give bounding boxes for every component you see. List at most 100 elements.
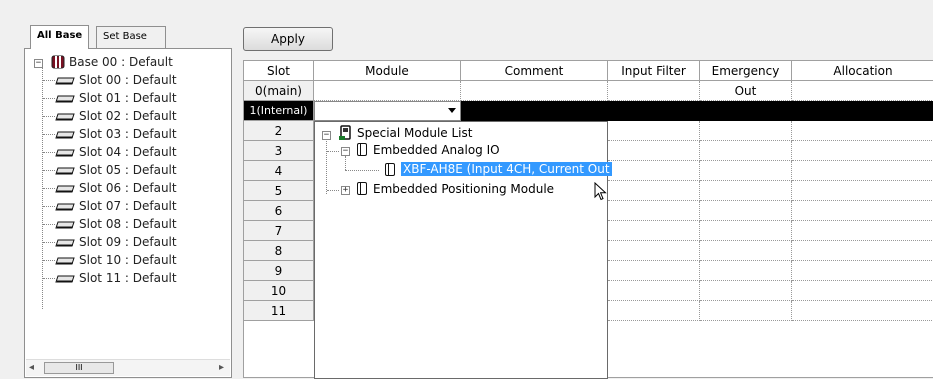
table-cell[interactable] [792,81,933,101]
tree-horizontal-scrollbar[interactable]: ◂ III ▸ [26,359,230,376]
slot-icon [55,275,75,283]
tree-slot-item[interactable]: Slot 04 : Default [79,143,177,161]
table-cell[interactable] [700,81,792,101]
tab-all-base[interactable]: All Base [30,25,90,49]
tree-connector [43,242,55,243]
table-cell[interactable] [608,121,700,141]
tree-slot-item[interactable]: Slot 11 : Default [79,269,177,287]
table-cell[interactable] [792,181,933,201]
table-cell[interactable] [792,281,933,301]
slot-icon [55,203,75,211]
slot-row-header[interactable]: 0(main) [244,81,314,101]
table-cell[interactable] [314,81,461,101]
slot-row-header[interactable]: 9 [244,261,314,281]
table-cell[interactable] [700,301,792,321]
table-cell[interactable] [700,281,792,301]
tree-slot-item[interactable]: Slot 03 : Default [79,125,177,143]
table-cell[interactable] [608,221,700,241]
scroll-right-arrow[interactable]: ▸ [219,362,224,373]
module-list-icon [339,125,351,140]
collapse-icon[interactable]: − [341,147,350,156]
slot-row-header[interactable]: 1(Internal) [244,101,314,121]
column-header-comment[interactable]: Comment [461,61,608,81]
table-cell[interactable] [792,161,933,181]
tree-slot-item[interactable]: Slot 09 : Default [79,233,177,251]
tree-slot-item[interactable]: Slot 10 : Default [79,251,177,269]
column-header-emergency-out[interactable]: Emergency Out [700,61,792,98]
tree-connector [43,224,55,225]
tree-slot-item[interactable]: Slot 01 : Default [79,89,177,107]
slot-icon [55,77,75,85]
slot-row-header[interactable]: 10 [244,281,314,301]
tree-slot-item[interactable]: Slot 02 : Default [79,107,177,125]
embedded-analog-io-label[interactable]: Embedded Analog IO [373,142,500,159]
slot-icon [55,257,75,265]
column-header-module[interactable]: Module [314,61,461,81]
tab-set-base[interactable]: Set Base [96,26,166,48]
tree-slot-item[interactable]: Slot 07 : Default [79,197,177,215]
expand-icon[interactable]: + [341,186,350,195]
tree-connector [327,151,339,152]
tree-connector [43,98,55,99]
slot-row-header[interactable]: 8 [244,241,314,261]
base-tree-panel[interactable]: − Base 00 : Default Slot 00 : Default Slo… [24,48,232,378]
slot-row-header[interactable]: 11 [244,301,314,321]
tree-base-label[interactable]: Base 00 : Default [69,53,173,71]
table-cell[interactable] [700,221,792,241]
table-cell[interactable] [608,201,700,221]
tree-slot-item[interactable]: Slot 00 : Default [79,71,177,89]
selected-row-highlight[interactable] [461,101,933,121]
slot-row-header[interactable]: 6 [244,201,314,221]
tree-slot-item[interactable]: Slot 06 : Default [79,179,177,197]
column-header-allocation[interactable]: Allocation [792,61,933,81]
slot-grid: Slot Module Comment Input Filter Emergen… [243,60,933,379]
slot-icon [55,239,75,247]
table-cell[interactable] [608,281,700,301]
tree-connector [345,170,379,171]
module-item-xbf-ah8e[interactable]: XBF-AH8E (Input 4CH, Current Out [401,161,612,178]
slot-row-header[interactable]: 7 [244,221,314,241]
table-cell[interactable] [608,161,700,181]
table-cell[interactable] [792,261,933,281]
table-cell[interactable] [608,261,700,281]
table-cell[interactable] [608,241,700,261]
module-list-popup[interactable]: − Special Module List − Embedded Analog … [314,121,612,379]
table-cell[interactable] [461,81,608,101]
column-header-slot[interactable]: Slot [244,61,314,81]
table-cell[interactable] [700,241,792,261]
slot-row-header[interactable]: 4 [244,161,314,181]
special-module-list-label[interactable]: Special Module List [357,125,472,142]
table-cell[interactable] [608,181,700,201]
table-cell[interactable] [700,201,792,221]
apply-button[interactable]: Apply [243,27,333,51]
slot-row-header[interactable]: 2 [244,121,314,141]
collapse-icon[interactable]: − [34,59,43,68]
table-cell[interactable] [700,121,792,141]
table-cell[interactable] [792,201,933,221]
table-cell[interactable] [792,301,933,321]
table-cell[interactable] [792,121,933,141]
column-header-input-filter[interactable]: Input Filter [608,61,700,81]
tree-slot-item[interactable]: Slot 08 : Default [79,215,177,233]
table-cell[interactable] [700,141,792,161]
collapse-icon[interactable]: − [322,131,331,140]
slot-row-header[interactable]: 5 [244,181,314,201]
table-cell[interactable] [700,161,792,181]
chevron-down-icon[interactable] [448,108,456,113]
highlighted-module-text[interactable]: XBF-AH8E (Input 4CH, Current Out [401,162,612,176]
tree-slot-item[interactable]: Slot 05 : Default [79,161,177,179]
table-cell[interactable] [700,181,792,201]
slot-row-header[interactable]: 3 [244,141,314,161]
table-cell[interactable] [700,261,792,281]
table-cell[interactable] [608,301,700,321]
embedded-positioning-module-label[interactable]: Embedded Positioning Module [373,181,554,198]
table-cell[interactable] [792,241,933,261]
tree-connector [43,278,55,279]
table-cell[interactable] [608,141,700,161]
table-cell[interactable] [792,141,933,161]
module-select[interactable] [314,101,461,121]
table-cell[interactable] [608,81,700,101]
table-cell[interactable] [792,221,933,241]
scroll-left-arrow[interactable]: ◂ [29,362,34,373]
scroll-thumb[interactable]: III [44,362,114,374]
